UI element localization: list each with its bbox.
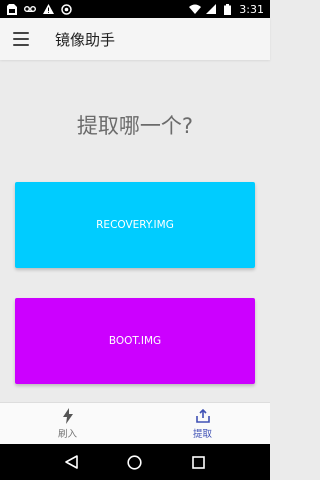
- flash-icon: [60, 407, 76, 424]
- recents-icon[interactable]: [190, 454, 206, 470]
- sync-icon: [60, 3, 72, 15]
- back-icon[interactable]: [64, 454, 80, 470]
- boot-img-button[interactable]: BOOT.IMG: [15, 298, 255, 384]
- status-left-icons: [6, 3, 72, 15]
- app-bar: 镜像助手: [0, 18, 270, 60]
- nav-label-extract: 提取: [192, 428, 212, 440]
- bottom-nav: 刷入 提取: [0, 402, 270, 444]
- system-nav-bar: [0, 444, 270, 480]
- nav-item-extract[interactable]: 提取: [135, 403, 270, 444]
- status-bar: 3:31: [0, 0, 270, 18]
- signal-icon: [205, 3, 217, 15]
- battery-icon: [221, 3, 233, 15]
- wifi-icon: [189, 3, 202, 15]
- warning-icon: [42, 3, 54, 15]
- app-title: 镜像助手: [55, 30, 116, 49]
- status-time: 3:31: [239, 2, 264, 16]
- voicemail-icon: [24, 3, 36, 15]
- extract-icon: [195, 408, 211, 424]
- hamburger-menu-icon[interactable]: [13, 32, 29, 46]
- nav-label-flash: 刷入: [57, 428, 77, 440]
- status-right-icons: 3:31: [189, 3, 264, 16]
- sim-card-icon: [6, 3, 18, 15]
- recovery-img-button[interactable]: RECOVERY.IMG: [15, 182, 255, 268]
- home-icon[interactable]: [127, 454, 143, 470]
- extract-prompt: 提取哪一个?: [76, 114, 194, 138]
- nav-item-flash[interactable]: 刷入: [0, 403, 135, 444]
- main-content: 提取哪一个? RECOVERY.IMG BOOT.IMG: [0, 60, 270, 402]
